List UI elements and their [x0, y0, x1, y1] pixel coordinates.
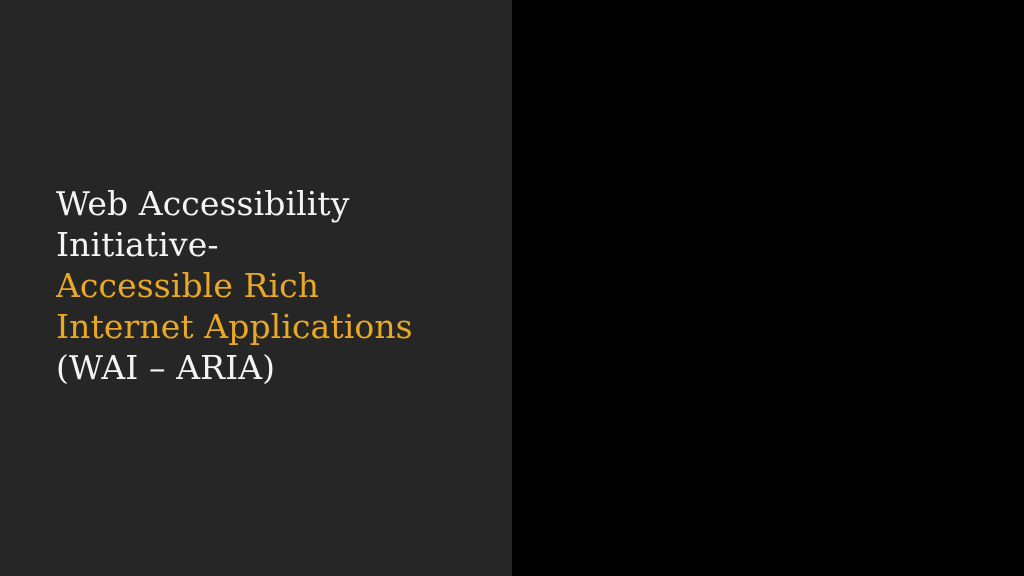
slide-title: Web Accessibility Initiative- Accessible…	[56, 183, 486, 388]
title-line-4: Internet Applications	[56, 307, 413, 346]
roles-panel: <span> <div> Search Textbox Navigation P…	[512, 0, 1024, 576]
presentation-slide: Web Accessibility Initiative- Accessible…	[0, 0, 1024, 576]
title-line-3: Accessible Rich	[56, 266, 320, 305]
title-line-1: Web Accessibility	[56, 184, 350, 223]
title-line-5: (WAI – ARIA)	[56, 348, 276, 387]
title-panel: Web Accessibility Initiative- Accessible…	[0, 0, 512, 576]
title-line-2: Initiative-	[56, 225, 219, 264]
